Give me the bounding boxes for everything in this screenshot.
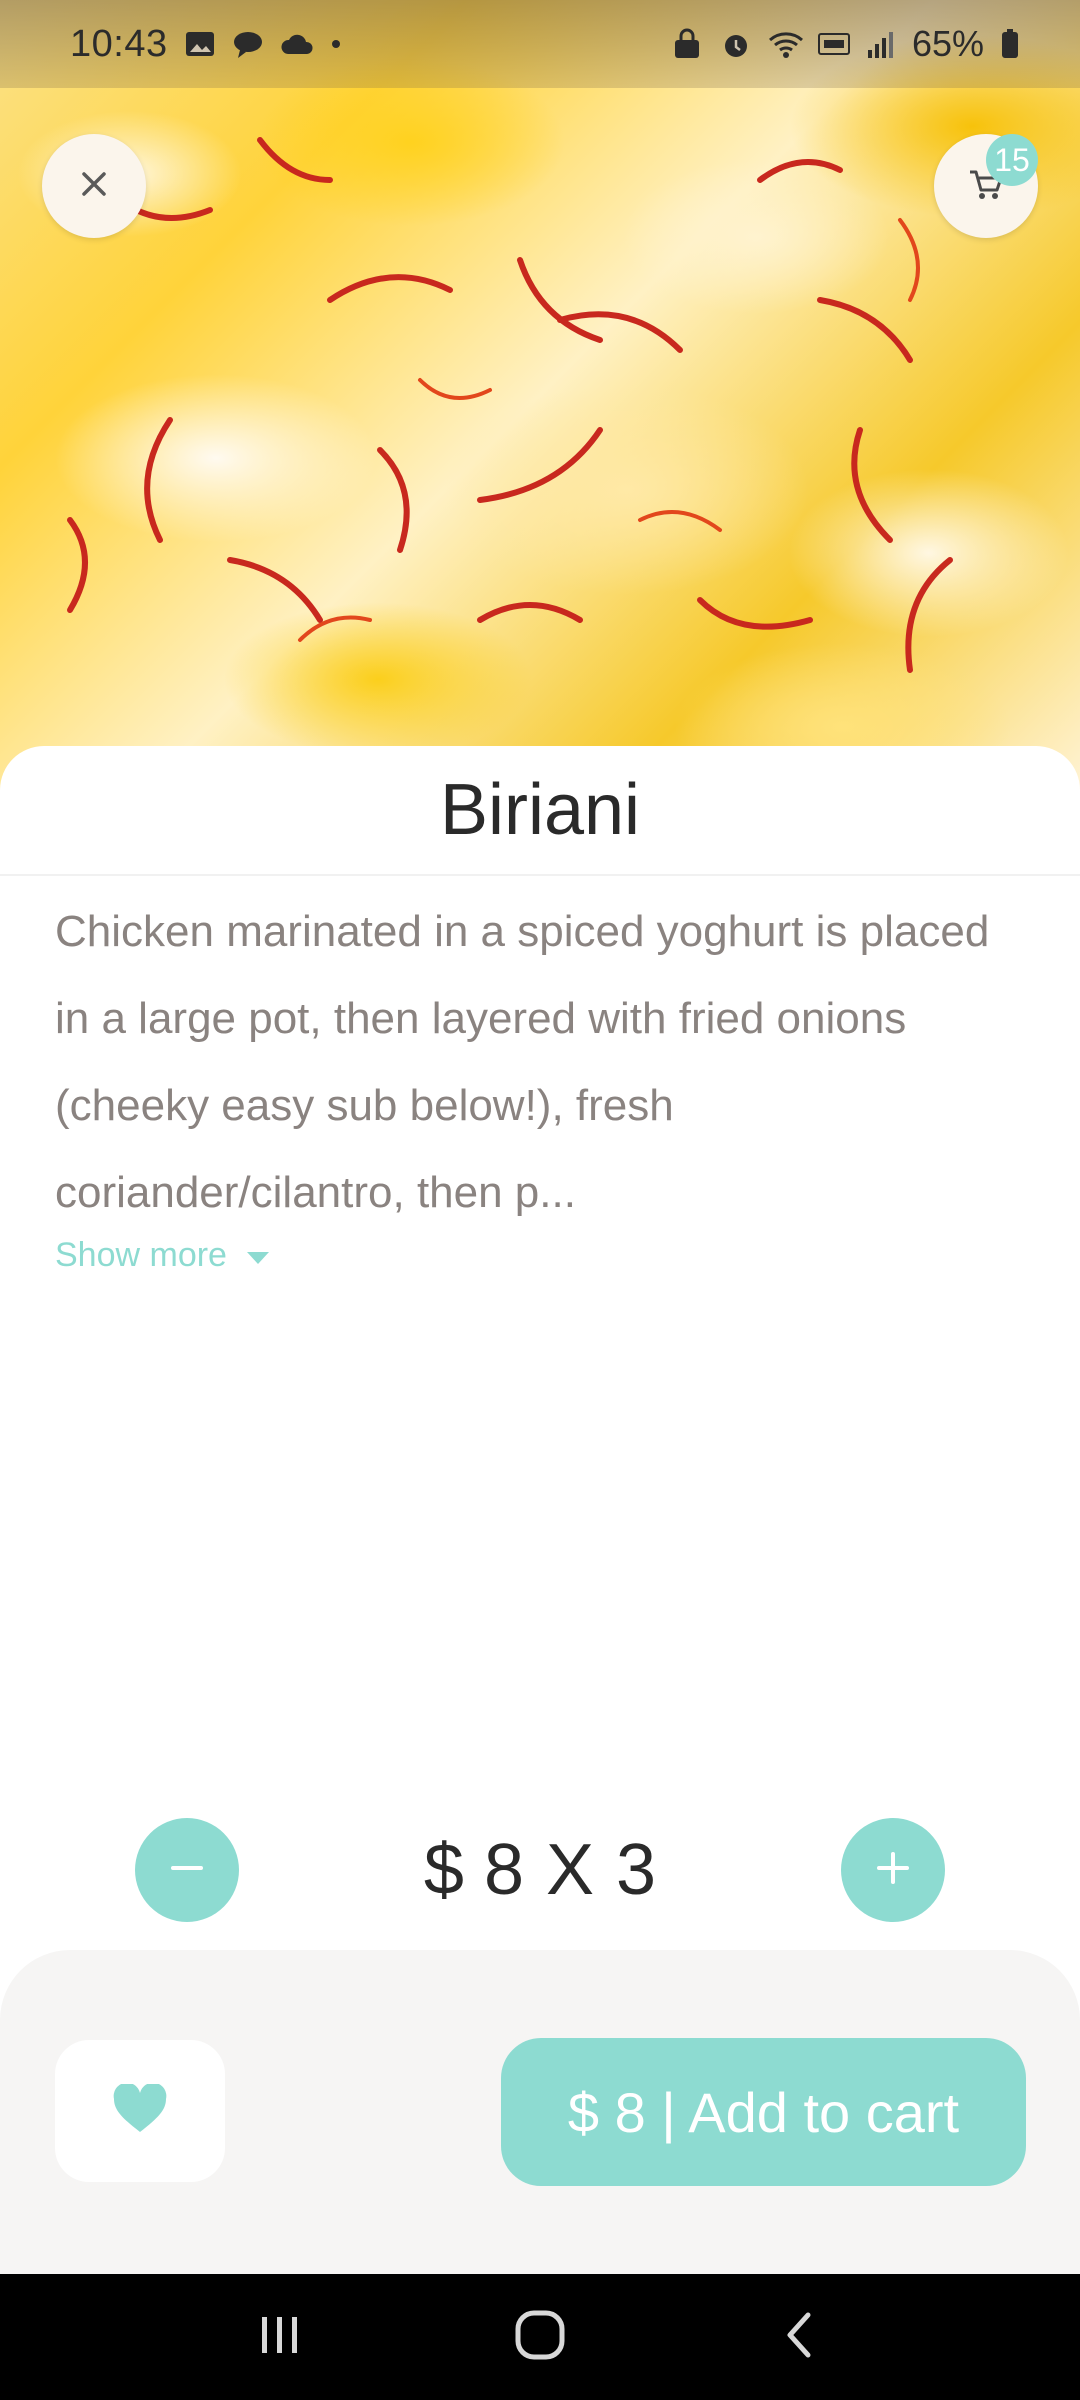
decrease-quantity-button[interactable] [135,1818,239,1922]
unit-price: $ 8 [423,1830,524,1910]
home-icon [514,2309,566,2366]
status-time: 10:43 [70,22,168,65]
favorite-button[interactable] [55,2040,225,2182]
battery-icon [1000,28,1032,60]
add-to-cart-button[interactable]: $ 8 | Add to cart [501,2038,1026,2186]
alarm-icon [720,28,752,60]
product-description: Chicken marinated in a spiced yoghurt is… [55,907,990,1217]
minus-icon [167,1848,207,1893]
multiplier-sign: X [546,1830,595,1910]
lock-icon [672,28,704,60]
add-to-cart-label: $ 8 | Add to cart [567,2080,960,2144]
system-nav-bar [0,2274,1080,2400]
volte-icon [816,28,850,60]
cart-count-badge: 15 [986,134,1038,186]
status-left: 10:43 [70,23,360,66]
product-title: Biriani [439,770,641,850]
increase-quantity-button[interactable] [841,1818,945,1922]
show-more-label: Show more [55,1235,227,1274]
close-button[interactable] [42,134,146,238]
close-icon [79,169,109,204]
status-bar: 10:43 65% [0,0,1080,88]
screen: 10:43 65% 15 Biriani Chicken marinated i… [0,0,1080,2400]
title-divider [0,874,1080,876]
signal-icon [864,28,896,60]
home-button[interactable] [495,2292,585,2382]
heart-icon [112,2082,168,2139]
product-image [0,0,1080,790]
battery-percent: 65% [911,23,984,64]
show-more-toggle[interactable]: Show more [55,1230,271,1280]
recents-icon [256,2313,304,2362]
chat-icon [232,28,264,60]
cloud-icon [280,28,313,60]
price-quantity-display: $ 8 X 3 [300,1818,780,1922]
dot-icon [328,28,360,60]
wifi-icon [768,28,803,60]
back-button[interactable] [755,2292,845,2382]
recents-button[interactable] [235,2292,325,2382]
gallery-icon [184,28,216,60]
quantity-value: 3 [616,1830,657,1910]
caret-down-icon [245,1236,271,1275]
saffron-threads [67,137,953,673]
plus-icon [873,1848,913,1893]
back-icon [780,2311,820,2364]
status-right: 65% [672,23,1032,65]
